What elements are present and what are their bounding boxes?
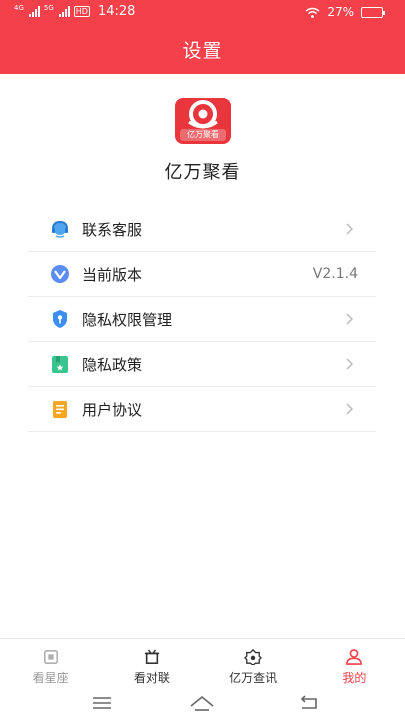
chevron-right-icon [346, 313, 354, 325]
battery-icon [361, 6, 385, 18]
privacy-policy-icon [52, 356, 68, 373]
back-icon[interactable] [296, 692, 322, 714]
version-value: V2.1.4 [312, 266, 358, 282]
bottom-tab-bar: 看星座 看对联 亿万查讯 我的 [0, 638, 405, 686]
horoscope-icon [43, 649, 58, 665]
clock: 14:28 [97, 4, 136, 19]
tab-query[interactable]: 亿万查讯 [203, 639, 304, 686]
tab-profile[interactable]: 我的 [304, 639, 405, 686]
menu-item-current-version[interactable]: 当前版本 V2.1.4 [28, 252, 376, 297]
tab-horoscope[interactable]: 看星座 [0, 639, 101, 686]
status-bar: 4G 5G HD 14:28 27% [0, 0, 405, 26]
tab-label: 我的 [342, 671, 367, 685]
menu-item-privacy-policy[interactable]: 隐私政策 [28, 342, 376, 387]
menu-label: 用户协议 [82, 400, 143, 419]
query-icon [244, 649, 263, 665]
network-label-2: 5G [43, 4, 54, 12]
chevron-right-icon [346, 403, 354, 415]
battery-percent: 27% [327, 5, 354, 19]
tab-label: 亿万查讯 [229, 671, 278, 685]
page-title: 设置 [182, 40, 223, 62]
status-left: 4G 5G HD 14:28 [14, 4, 135, 19]
menu-item-contact-service[interactable]: 联系客服 [28, 207, 376, 252]
hd-badge: HD [73, 6, 90, 17]
tab-couplet[interactable]: 看对联 [101, 639, 202, 686]
menu-label: 隐私政策 [82, 355, 143, 374]
system-nav-bar [0, 686, 405, 720]
menu-label: 隐私权限管理 [82, 310, 173, 329]
chevron-right-icon [346, 223, 354, 235]
signal-icon-2 [58, 6, 70, 17]
menu-icon[interactable] [89, 692, 115, 714]
tab-label: 看对联 [133, 671, 170, 685]
app-logo: 亿万聚看 [175, 98, 231, 144]
wifi-icon [305, 7, 320, 18]
home-icon[interactable] [189, 692, 215, 714]
signal-icon [28, 6, 40, 17]
tab-label: 看星座 [32, 671, 69, 685]
network-label-1: 4G [14, 4, 24, 12]
settings-menu: 联系客服 当前版本 V2.1.4 隐私权限管理 隐私政策 用户协议 [28, 207, 376, 432]
privacy-shield-icon [53, 310, 67, 328]
chevron-right-icon [346, 358, 354, 370]
menu-label: 联系客服 [82, 220, 143, 239]
menu-label: 当前版本 [82, 265, 143, 284]
app-header: 4G 5G HD 14:28 27% 设置 [0, 0, 405, 74]
app-logo-text: 亿万聚看 [180, 129, 226, 141]
profile-icon [346, 649, 363, 665]
version-icon [51, 265, 69, 283]
app-name: 亿万聚看 [164, 162, 241, 183]
menu-item-privacy-permission[interactable]: 隐私权限管理 [28, 297, 376, 342]
menu-item-user-agreement[interactable]: 用户协议 [28, 387, 376, 432]
user-agreement-icon [53, 401, 67, 418]
status-right: 27% [305, 5, 385, 19]
customer-service-icon [52, 220, 68, 238]
couplet-icon [144, 649, 159, 665]
